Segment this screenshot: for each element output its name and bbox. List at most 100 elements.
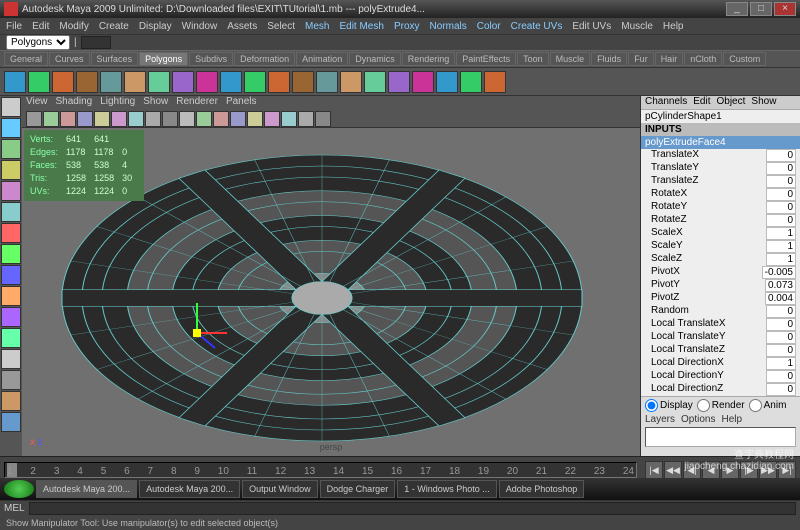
shelf-icon-8[interactable] bbox=[196, 71, 218, 93]
tool-4[interactable] bbox=[1, 181, 21, 201]
input-node-selected[interactable]: polyExtrudeFace4 bbox=[641, 136, 800, 149]
tool-3[interactable] bbox=[1, 160, 21, 180]
panel-icon-15[interactable] bbox=[281, 111, 297, 127]
shelf-icon-9[interactable] bbox=[220, 71, 242, 93]
attr-translatey[interactable]: TranslateY0 bbox=[641, 162, 800, 175]
shelf-tab-fur[interactable]: Fur bbox=[628, 52, 654, 66]
taskbar-item[interactable]: 1 - Windows Photo ... bbox=[397, 480, 497, 498]
taskbar-item[interactable]: Dodge Charger bbox=[320, 480, 396, 498]
tool-15[interactable] bbox=[1, 412, 21, 432]
attr-pivoty[interactable]: PivotY0.073 bbox=[641, 279, 800, 292]
layer-radio-render[interactable]: Render bbox=[697, 399, 745, 412]
shelf-tab-dynamics[interactable]: Dynamics bbox=[349, 52, 401, 66]
shelf-tab-general[interactable]: General bbox=[4, 52, 48, 66]
panel-icon-11[interactable] bbox=[213, 111, 229, 127]
panel-icon-5[interactable] bbox=[111, 111, 127, 127]
shelf-icon-0[interactable] bbox=[4, 71, 26, 93]
channel-tab-edit[interactable]: Edit bbox=[693, 96, 710, 109]
shelf-icon-10[interactable] bbox=[244, 71, 266, 93]
panel-icon-6[interactable] bbox=[128, 111, 144, 127]
attr-pivotz[interactable]: PivotZ0.004 bbox=[641, 292, 800, 305]
panel-menu-view[interactable]: View bbox=[26, 96, 48, 110]
shelf-tab-ncloth[interactable]: nCloth bbox=[684, 52, 722, 66]
shelf-tab-hair[interactable]: Hair bbox=[655, 52, 684, 66]
attr-rotatex[interactable]: RotateX0 bbox=[641, 188, 800, 201]
layer-menu-options[interactable]: Options bbox=[681, 414, 715, 425]
menu-edit-uvs[interactable]: Edit UVs bbox=[572, 21, 611, 32]
menu-create[interactable]: Create bbox=[99, 21, 129, 32]
tool-1[interactable] bbox=[1, 118, 21, 138]
layer-list[interactable] bbox=[645, 427, 796, 447]
menu-create-uvs[interactable]: Create UVs bbox=[511, 21, 563, 32]
attr-local-directiony[interactable]: Local DirectionY0 bbox=[641, 370, 800, 383]
tool-8[interactable] bbox=[1, 265, 21, 285]
menu-color[interactable]: Color bbox=[477, 21, 501, 32]
panel-icon-9[interactable] bbox=[179, 111, 195, 127]
shelf-tab-deformation[interactable]: Deformation bbox=[234, 52, 295, 66]
channel-tab-object[interactable]: Object bbox=[717, 96, 746, 109]
panel-icon-0[interactable] bbox=[26, 111, 42, 127]
panel-icon-12[interactable] bbox=[230, 111, 246, 127]
attr-translatex[interactable]: TranslateX0 bbox=[641, 149, 800, 162]
panel-icon-10[interactable] bbox=[196, 111, 212, 127]
shelf-tab-muscle[interactable]: Muscle bbox=[550, 52, 591, 66]
start-button[interactable] bbox=[4, 480, 34, 498]
panel-menu-show[interactable]: Show bbox=[143, 96, 168, 110]
shelf-icon-16[interactable] bbox=[388, 71, 410, 93]
attr-rotatey[interactable]: RotateY0 bbox=[641, 201, 800, 214]
shelf-icon-12[interactable] bbox=[292, 71, 314, 93]
tool-14[interactable] bbox=[1, 391, 21, 411]
viewport-persp[interactable]: Verts:641641Edges:117811780Faces:5385384… bbox=[22, 128, 640, 456]
tool-10[interactable] bbox=[1, 307, 21, 327]
tool-0[interactable] bbox=[1, 97, 21, 117]
shelf-tab-fluids[interactable]: Fluids bbox=[591, 52, 627, 66]
menu-file[interactable]: File bbox=[6, 21, 22, 32]
shelf-icon-4[interactable] bbox=[100, 71, 122, 93]
shape-node[interactable]: pCylinderShape1 bbox=[641, 110, 800, 123]
channel-tab-show[interactable]: Show bbox=[751, 96, 776, 109]
shelf-tab-animation[interactable]: Animation bbox=[296, 52, 348, 66]
shelf-icon-11[interactable] bbox=[268, 71, 290, 93]
panel-icon-14[interactable] bbox=[264, 111, 280, 127]
tool-13[interactable] bbox=[1, 370, 21, 390]
panel-icon-17[interactable] bbox=[315, 111, 331, 127]
menu-edit[interactable]: Edit bbox=[32, 21, 49, 32]
playback-btn-0[interactable]: |◀ bbox=[645, 461, 663, 479]
menu-modify[interactable]: Modify bbox=[59, 21, 88, 32]
attr-pivotx[interactable]: PivotX-0.005 bbox=[641, 266, 800, 279]
menu-muscle[interactable]: Muscle bbox=[621, 21, 653, 32]
shelf-icon-20[interactable] bbox=[484, 71, 506, 93]
attr-local-translatex[interactable]: Local TranslateX0 bbox=[641, 318, 800, 331]
shelf-icon-3[interactable] bbox=[76, 71, 98, 93]
layer-menu-layers[interactable]: Layers bbox=[645, 414, 675, 425]
menu-mesh[interactable]: Mesh bbox=[305, 21, 329, 32]
panel-menu-shading[interactable]: Shading bbox=[56, 96, 93, 110]
menu-help[interactable]: Help bbox=[663, 21, 684, 32]
menu-select[interactable]: Select bbox=[267, 21, 295, 32]
panel-icon-1[interactable] bbox=[43, 111, 59, 127]
shelf-tab-rendering[interactable]: Rendering bbox=[402, 52, 456, 66]
tool-5[interactable] bbox=[1, 202, 21, 222]
minimize-button[interactable]: _ bbox=[726, 2, 748, 16]
shelf-tab-curves[interactable]: Curves bbox=[49, 52, 90, 66]
attr-translatez[interactable]: TranslateZ0 bbox=[641, 175, 800, 188]
shelf-icon-13[interactable] bbox=[316, 71, 338, 93]
attr-local-directionz[interactable]: Local DirectionZ0 bbox=[641, 383, 800, 396]
attr-scalex[interactable]: ScaleX1 bbox=[641, 227, 800, 240]
menu-assets[interactable]: Assets bbox=[227, 21, 257, 32]
attr-scaley[interactable]: ScaleY1 bbox=[641, 240, 800, 253]
menu-normals[interactable]: Normals bbox=[430, 21, 467, 32]
shelf-icon-18[interactable] bbox=[436, 71, 458, 93]
taskbar-item[interactable]: Adobe Photoshop bbox=[499, 480, 585, 498]
panel-icon-3[interactable] bbox=[77, 111, 93, 127]
tool-7[interactable] bbox=[1, 244, 21, 264]
shelf-icon-14[interactable] bbox=[340, 71, 362, 93]
cmd-label[interactable]: MEL bbox=[4, 503, 25, 514]
channel-tab-channels[interactable]: Channels bbox=[645, 96, 687, 109]
panel-icon-8[interactable] bbox=[162, 111, 178, 127]
tool-2[interactable] bbox=[1, 139, 21, 159]
taskbar-item[interactable]: Output Window bbox=[242, 480, 318, 498]
menu-display[interactable]: Display bbox=[139, 21, 172, 32]
shelf-icon-5[interactable] bbox=[124, 71, 146, 93]
playback-btn-1[interactable]: ◀◀ bbox=[664, 461, 682, 479]
